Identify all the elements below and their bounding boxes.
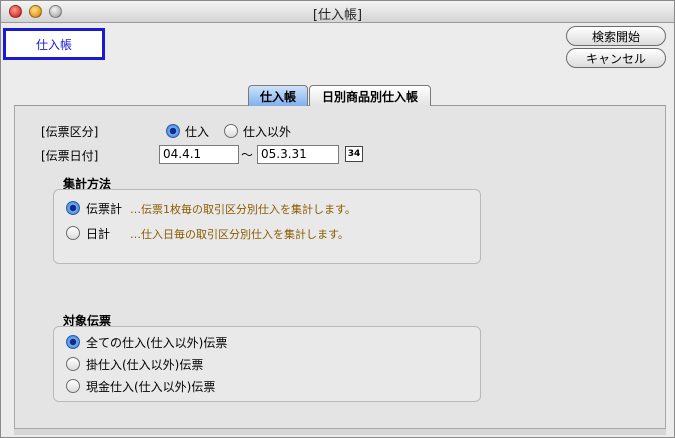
radio-slip-type-purchase[interactable] bbox=[166, 124, 180, 138]
date-range-separator: ～ bbox=[241, 148, 254, 162]
radio-slip-type-other-label[interactable]: 仕入以外 bbox=[243, 123, 291, 140]
radio-target-cash-label[interactable]: 現金仕入(仕入以外)伝票 bbox=[86, 378, 215, 395]
date-from-input[interactable]: 04.4.1 bbox=[159, 145, 239, 164]
tab-ledger[interactable]: 仕入帳 bbox=[248, 85, 308, 107]
radio-target-credit[interactable] bbox=[66, 357, 80, 371]
radio-target-cash[interactable] bbox=[66, 379, 80, 393]
calendar-icon[interactable]: 34 bbox=[345, 146, 363, 162]
bottom-strip bbox=[14, 429, 666, 435]
radio-slip-type-purchase-label[interactable]: 仕入 bbox=[185, 123, 209, 140]
radio-target-all-label[interactable]: 全ての仕入(仕入以外)伝票 bbox=[86, 334, 227, 351]
radio-target-all[interactable] bbox=[66, 335, 80, 349]
slip-type-label: [伝票区分] bbox=[41, 125, 99, 139]
title-bar: [仕入帳] bbox=[1, 1, 674, 23]
aggregation-per-slip-note: …伝票1枚毎の取引区分別仕入を集計します。 bbox=[130, 203, 356, 216]
search-start-button[interactable]: 検索開始 bbox=[566, 26, 666, 46]
window-content: 仕入帳 検索開始 キャンセル 仕入帳 日別商品別仕入帳 [伝票区分] 仕入 仕入… bbox=[1, 23, 674, 437]
tab-panel: [伝票区分] 仕入 仕入以外 [伝票日付] 04.4.1 ～ 05.3.31 3… bbox=[14, 106, 666, 429]
date-to-input[interactable]: 05.3.31 bbox=[257, 145, 339, 164]
ledger-label: 仕入帳 bbox=[35, 37, 72, 52]
aggregation-daily-note: …仕入日毎の取引区分別仕入を集計します。 bbox=[130, 228, 349, 241]
radio-aggregation-daily-label[interactable]: 日計 bbox=[86, 225, 110, 242]
target-slips-group: 全ての仕入(仕入以外)伝票 掛仕入(仕入以外)伝票 現金仕入(仕入以外)伝票 bbox=[53, 326, 481, 402]
radio-slip-type-other[interactable] bbox=[224, 124, 238, 138]
ledger-label-box: 仕入帳 bbox=[3, 28, 105, 60]
radio-aggregation-daily[interactable] bbox=[66, 226, 80, 240]
cancel-button[interactable]: キャンセル bbox=[566, 48, 666, 68]
radio-target-credit-label[interactable]: 掛仕入(仕入以外)伝票 bbox=[86, 356, 203, 373]
app-window: [仕入帳] 仕入帳 検索開始 キャンセル 仕入帳 日別商品別仕入帳 [伝票区分]… bbox=[0, 0, 675, 438]
window-title: [仕入帳] bbox=[312, 8, 363, 23]
radio-aggregation-per-slip[interactable] bbox=[66, 201, 80, 215]
aggregation-group: 伝票計 …伝票1枚毎の取引区分別仕入を集計します。 日計 …仕入日毎の取引区分別… bbox=[53, 189, 481, 264]
slip-date-label: [伝票日付] bbox=[41, 149, 99, 163]
tab-daily-product-ledger[interactable]: 日別商品別仕入帳 bbox=[309, 85, 431, 107]
radio-aggregation-per-slip-label[interactable]: 伝票計 bbox=[86, 200, 122, 217]
